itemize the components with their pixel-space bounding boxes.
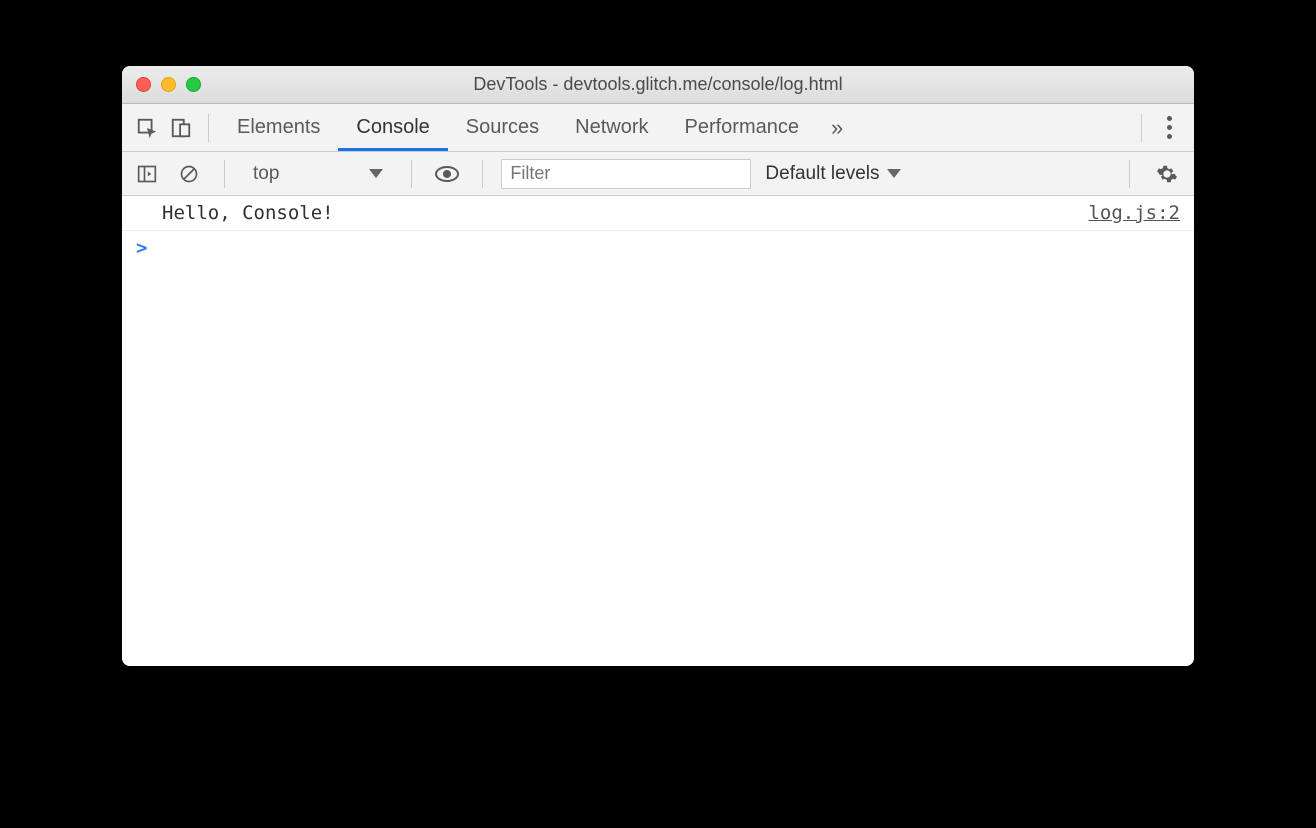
filter-input[interactable] (501, 159, 751, 189)
clear-console-icon[interactable] (172, 157, 206, 191)
log-message: Hello, Console! (162, 202, 334, 224)
context-label: top (253, 163, 279, 185)
device-toolbar-icon[interactable] (164, 111, 198, 145)
execution-context-selector[interactable]: top (243, 163, 393, 185)
settings-menu-button[interactable] (1152, 116, 1186, 139)
separator (208, 114, 209, 142)
separator (482, 160, 483, 188)
devtools-window: DevTools - devtools.glitch.me/console/lo… (122, 66, 1194, 666)
console-toolbar: top Default levels (122, 152, 1194, 196)
tab-performance[interactable]: Performance (667, 104, 818, 151)
close-window-button[interactable] (136, 77, 151, 92)
console-settings-icon[interactable] (1148, 163, 1186, 185)
minimize-window-button[interactable] (161, 77, 176, 92)
log-row: Hello, Console! log.js:2 (122, 196, 1194, 231)
separator (1129, 160, 1130, 188)
toggle-console-sidebar-icon[interactable] (130, 157, 164, 191)
panel-tabbar: Elements Console Sources Network Perform… (122, 104, 1194, 152)
levels-label: Default levels (765, 163, 879, 185)
console-prompt[interactable]: > (122, 231, 1194, 265)
more-tabs-button[interactable]: » (817, 115, 857, 141)
window-title: DevTools - devtools.glitch.me/console/lo… (122, 74, 1194, 95)
live-expression-icon[interactable] (430, 157, 464, 191)
log-levels-selector[interactable]: Default levels (759, 163, 907, 185)
inspect-element-icon[interactable] (130, 111, 164, 145)
chevron-down-icon (369, 169, 383, 178)
tab-elements[interactable]: Elements (219, 104, 338, 151)
titlebar: DevTools - devtools.glitch.me/console/lo… (122, 66, 1194, 104)
chevron-down-icon (887, 169, 901, 178)
tab-sources[interactable]: Sources (448, 104, 557, 151)
separator (411, 160, 412, 188)
separator (1141, 114, 1142, 142)
window-controls (122, 77, 201, 92)
zoom-window-button[interactable] (186, 77, 201, 92)
console-output: Hello, Console! log.js:2 > (122, 196, 1194, 666)
separator (224, 160, 225, 188)
tab-network[interactable]: Network (557, 104, 666, 151)
tab-console[interactable]: Console (338, 104, 447, 151)
log-source-link[interactable]: log.js:2 (1088, 202, 1180, 224)
